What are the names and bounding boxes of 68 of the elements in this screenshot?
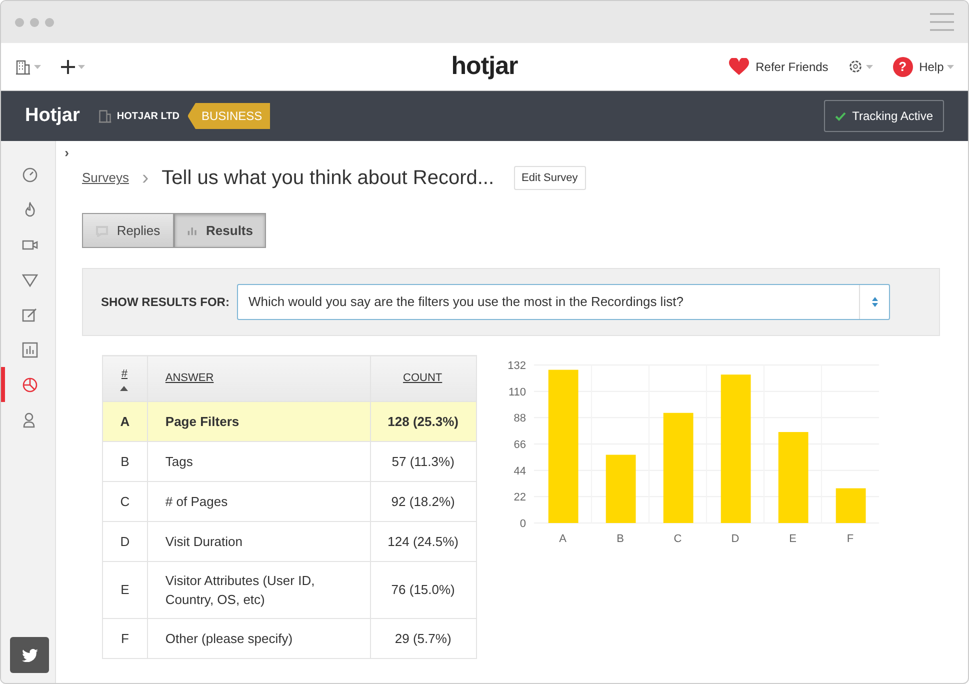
sort-arrows-icon[interactable] — [870, 296, 879, 308]
column-header[interactable]: COUNT — [403, 372, 442, 384]
edit-survey-button[interactable]: Edit Survey — [514, 166, 586, 190]
table-cell: Visitor Attributes (User ID, Country, OS, etc) — [148, 562, 370, 618]
breadcrumb-link[interactable]: Surveys — [82, 168, 129, 188]
bar — [606, 454, 636, 523]
table-cell: B — [102, 442, 148, 482]
bar — [836, 488, 866, 523]
column-header[interactable]: # — [121, 368, 128, 380]
site-name[interactable]: Hotjar — [25, 102, 80, 130]
speech-bubble-icon — [96, 224, 109, 237]
axis-category-label: C — [674, 533, 682, 545]
tracking-status-button[interactable]: Tracking Active — [824, 100, 944, 132]
axis-category-label: F — [846, 533, 854, 545]
axis-tick-label: 132 — [508, 360, 526, 372]
table-cell: F — [102, 618, 148, 658]
axis-category-label: D — [731, 533, 740, 545]
column-header[interactable]: ANSWER — [165, 372, 214, 384]
window-dot — [30, 18, 39, 26]
logo[interactable]: hotjar — [451, 48, 518, 86]
heart-icon[interactable] — [729, 58, 750, 76]
axis-category-label: B — [616, 533, 624, 545]
funnels-icon — [22, 272, 38, 288]
axis-tick-label: 22 — [514, 492, 526, 504]
table-cell: Other (please specify) — [148, 618, 370, 658]
plus-icon[interactable] — [60, 60, 75, 74]
table-cell: 76 (15.0%) — [370, 562, 476, 618]
check-icon — [834, 112, 846, 120]
axis-tick-label: 0 — [520, 518, 526, 530]
window-dot — [15, 18, 24, 26]
field-label: SHOW RESULTS FOR: — [101, 294, 230, 310]
refer-friends-link[interactable]: Refer Friends — [756, 58, 828, 76]
building-icon — [98, 109, 112, 123]
table-cell: D — [102, 522, 148, 562]
axis-tick-label: 88 — [514, 412, 526, 425]
help-link[interactable]: Help — [919, 58, 944, 76]
plan-tag: BUSINESS — [188, 103, 270, 129]
table-cell: A — [102, 402, 148, 442]
window-dot — [45, 18, 54, 26]
table-cell: 29 (5.7%) — [370, 618, 476, 658]
tab[interactable]: Results — [174, 212, 266, 248]
table-cell: E — [102, 562, 148, 618]
breadcrumb-separator: › — [142, 166, 149, 191]
building-icon[interactable] — [15, 58, 31, 74]
table-cell: Visit Duration — [148, 522, 370, 562]
sort-ascending-icon[interactable] — [120, 386, 128, 392]
table-cell: 92 (18.2%) — [370, 482, 476, 522]
question-select[interactable]: Which would you say are the filters you use the most in the Recordings list? — [237, 284, 890, 320]
axis-tick-label: 110 — [508, 386, 526, 398]
axis-category-label: E — [789, 533, 796, 545]
table-cell: Page Filters — [148, 402, 370, 442]
sidebar-toggle[interactable]: › — [64, 143, 69, 162]
table-cell: 57 (11.3%) — [370, 442, 476, 482]
table-cell: Tags — [148, 442, 370, 482]
tab[interactable]: Replies — [82, 212, 174, 248]
table-cell: # of Pages — [148, 482, 370, 522]
bird-icon — [22, 648, 38, 662]
organization-name: HOTJAR LTD — [116, 110, 180, 124]
table-cell: 124 (24.5%) — [370, 522, 476, 562]
axis-tick-label: 66 — [514, 439, 526, 451]
social-button[interactable] — [10, 637, 49, 673]
axis-tick-label: 44 — [514, 465, 526, 478]
survey-title: Tell us what you think about Record... — [162, 166, 494, 191]
table-cell: C — [102, 482, 148, 522]
table-cell: 128 (25.3%) — [370, 402, 476, 442]
help-icon[interactable]: ? — [892, 56, 913, 76]
axis-category-label: A — [559, 533, 566, 545]
settings-icon[interactable] — [848, 59, 863, 74]
